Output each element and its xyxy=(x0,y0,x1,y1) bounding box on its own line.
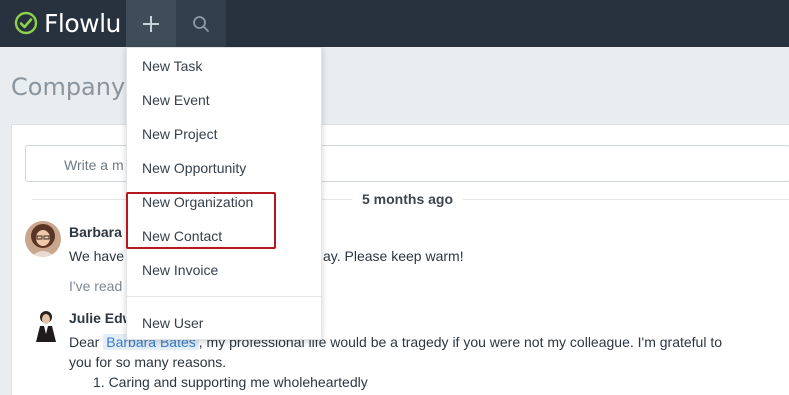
menu-divider xyxy=(127,296,321,297)
menu-item-new-user[interactable]: New User xyxy=(142,315,203,331)
date-label: 5 months ago xyxy=(352,191,464,207)
app-name: Flowlu xyxy=(44,8,121,38)
menu-item-new-task[interactable]: New Task xyxy=(142,58,202,74)
post-message-line: you for so many reasons. xyxy=(69,354,227,370)
avatar[interactable] xyxy=(25,221,61,257)
post-author[interactable]: Barbara xyxy=(69,224,122,240)
plus-icon xyxy=(143,15,159,32)
create-new-button[interactable] xyxy=(126,0,176,47)
menu-item-new-invoice[interactable]: New Invoice xyxy=(142,262,218,278)
menu-item-new-event[interactable]: New Event xyxy=(142,92,210,108)
post-message: We have xyxy=(69,248,124,264)
menu-item-new-opportunity[interactable]: New Opportunity xyxy=(142,160,246,176)
avatar[interactable] xyxy=(32,308,60,342)
top-navigation-bar: Flowlu xyxy=(0,0,789,47)
user-avatar-icon xyxy=(25,221,61,257)
search-button[interactable] xyxy=(176,0,226,47)
post-input-placeholder: Write a m xyxy=(64,157,124,173)
greeting-text: Dear xyxy=(69,334,100,350)
menu-item-new-project[interactable]: New Project xyxy=(142,126,217,142)
search-icon xyxy=(193,15,209,32)
post-message-continued: ay. Please keep warm! xyxy=(323,248,464,264)
comment-snippet: I've read xyxy=(69,278,123,294)
app-logo[interactable]: Flowlu xyxy=(14,8,121,38)
post-author[interactable]: Julie Edw xyxy=(69,310,134,326)
flowlu-logo-icon xyxy=(14,11,38,35)
list-item: 1. Caring and supporting me wholehearted… xyxy=(93,374,368,390)
highlight-annotation xyxy=(126,192,276,249)
user-avatar-icon xyxy=(32,308,60,342)
